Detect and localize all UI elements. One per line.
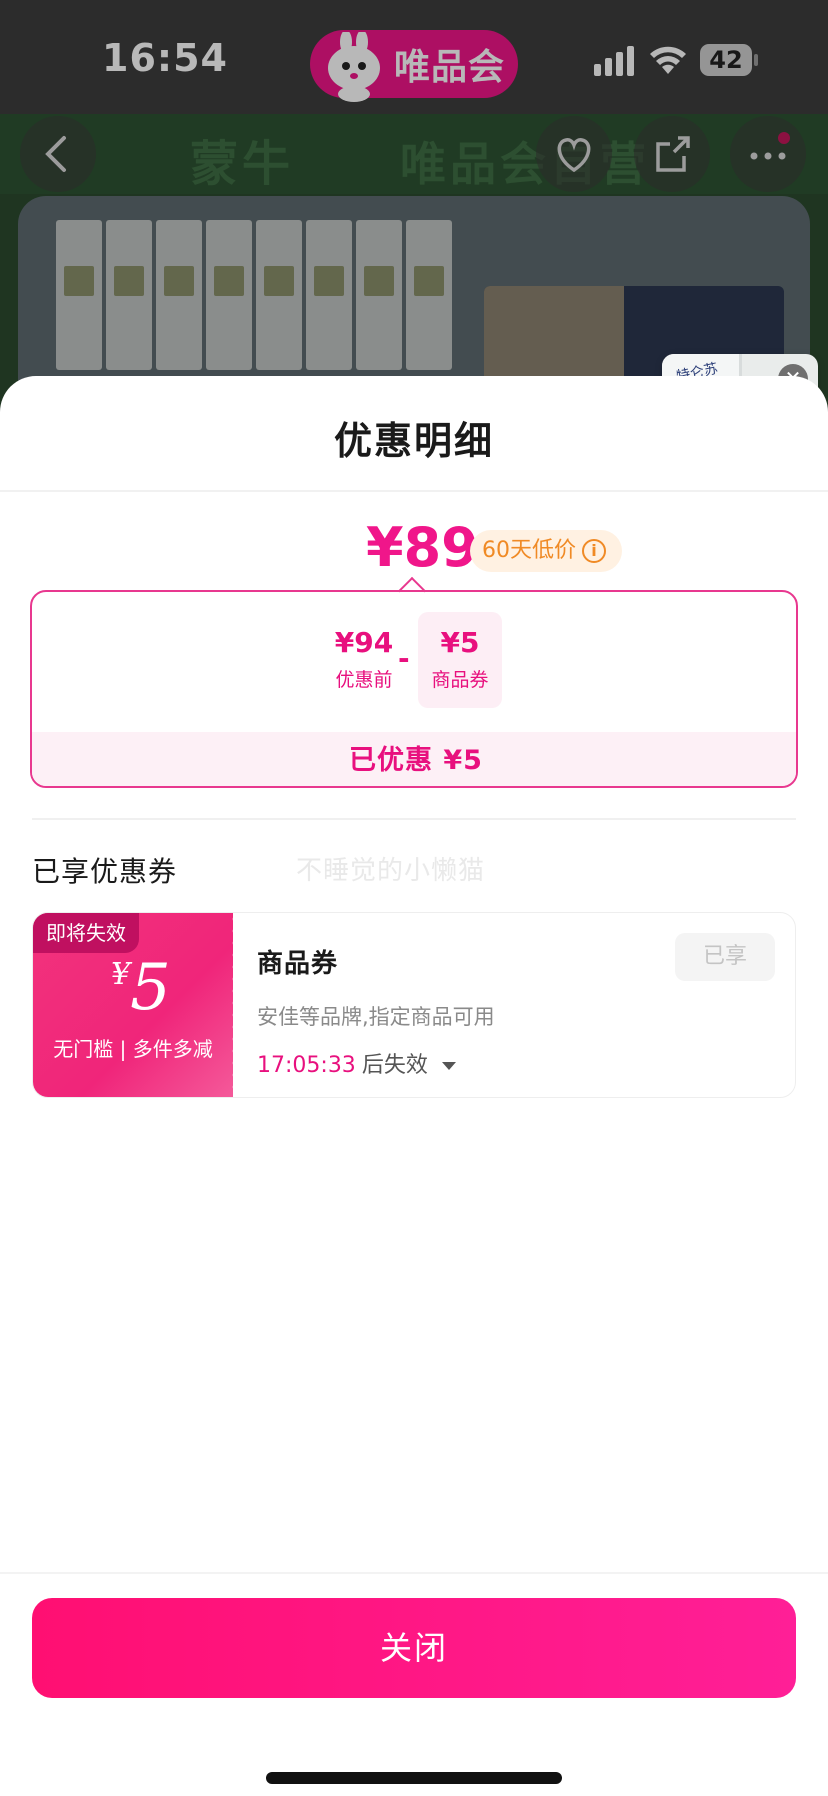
coupon-condition: 无门槛 | 多件多减 <box>53 1037 213 1061</box>
cellular-signal-icon <box>594 46 634 76</box>
title-divider <box>0 490 828 492</box>
coupon-currency: ¥ <box>111 957 131 992</box>
close-button[interactable]: 关闭 <box>32 1598 796 1698</box>
share-icon <box>656 136 690 172</box>
brand-pill[interactable]: 唯品会 <box>310 30 518 102</box>
brand-banner-left: 蒙牛 <box>190 136 295 192</box>
back-button[interactable] <box>20 116 96 192</box>
home-indicator[interactable] <box>266 1772 562 1784</box>
coupon-description: 安佳等品牌,指定商品可用 <box>257 1005 495 1029</box>
price-breakdown: ¥94 优惠前 - ¥5 商品券 已优惠 ¥5 <box>30 590 798 788</box>
status-time: 16:54 <box>102 36 228 80</box>
battery-tip <box>754 54 758 66</box>
battery-indicator: 42 <box>700 44 758 76</box>
share-button[interactable] <box>634 116 710 192</box>
favorite-button[interactable] <box>536 116 612 192</box>
user-watermark: 不睡觉的小懒猫 <box>296 856 486 886</box>
final-price-row: ¥89 60天低价 i <box>0 516 828 586</box>
price-before-amount: ¥94 <box>334 626 394 659</box>
applied-coupons-title: 已享优惠券 <box>32 855 178 888</box>
coupon-deduction-amount: ¥5 <box>440 626 480 659</box>
coupon-perforation <box>229 913 237 1097</box>
countdown-suffix: 后失效 <box>361 1053 428 1078</box>
coupon-deduction-block: ¥5 商品券 <box>418 612 502 708</box>
info-icon: i <box>582 539 606 563</box>
brand-banner-right: 唯品会自营 <box>400 137 650 191</box>
wifi-icon <box>650 46 686 74</box>
bunny-mascot-icon <box>328 32 380 102</box>
total-saved: 已优惠 ¥5 <box>32 732 796 786</box>
coupon-card[interactable]: 即将失效 ¥5 无门槛 | 多件多减 商品券 安佳等品牌,指定商品可用 17:0… <box>32 912 796 1098</box>
coupon-status-button: 已享 <box>675 933 775 981</box>
status-bar: 16:54 唯品会 42 <box>0 0 828 114</box>
caret-down-icon <box>441 1062 456 1070</box>
battery-level: 42 <box>700 44 752 76</box>
coupon-value-panel: 即将失效 ¥5 无门槛 | 多件多减 <box>33 913 233 1097</box>
section-divider <box>32 818 796 820</box>
price-before-label: 优惠前 <box>335 669 393 691</box>
coupon-name: 商品券 <box>257 949 339 979</box>
more-button[interactable] <box>730 116 806 192</box>
chevron-left-icon <box>45 136 66 172</box>
brand-name: 唯品会 <box>394 47 506 88</box>
sheet-title: 优惠明细 <box>333 419 494 463</box>
footer-divider <box>0 1572 828 1574</box>
more-dots-icon <box>750 132 790 160</box>
price-before-block: ¥94 优惠前 <box>322 626 406 692</box>
minus-operator: - <box>398 642 410 675</box>
low-price-tag-text: 60天低价 <box>482 538 576 563</box>
coupon-amount: 5 <box>130 951 171 1025</box>
heart-add-icon <box>557 138 591 173</box>
coupon-countdown[interactable]: 17:05:33 后失效 <box>257 1047 456 1079</box>
final-price: ¥89 <box>366 516 479 579</box>
coupon-value: ¥5 <box>111 951 171 1025</box>
expiring-badge: 即将失效 <box>33 913 139 953</box>
app-root: 16:54 唯品会 42 蒙牛 唯品会自营 特仑苏 优惠明细 ¥89 60天低价… <box>0 0 828 1796</box>
low-price-tag[interactable]: 60天低价 i <box>470 530 622 572</box>
countdown-time: 17:05:33 <box>257 1053 356 1078</box>
coupon-deduction-label: 商品券 <box>431 669 489 691</box>
discount-detail-sheet: 优惠明细 ¥89 60天低价 i ¥94 优惠前 - ¥5 商品券 已优惠 ¥5… <box>0 376 828 1796</box>
